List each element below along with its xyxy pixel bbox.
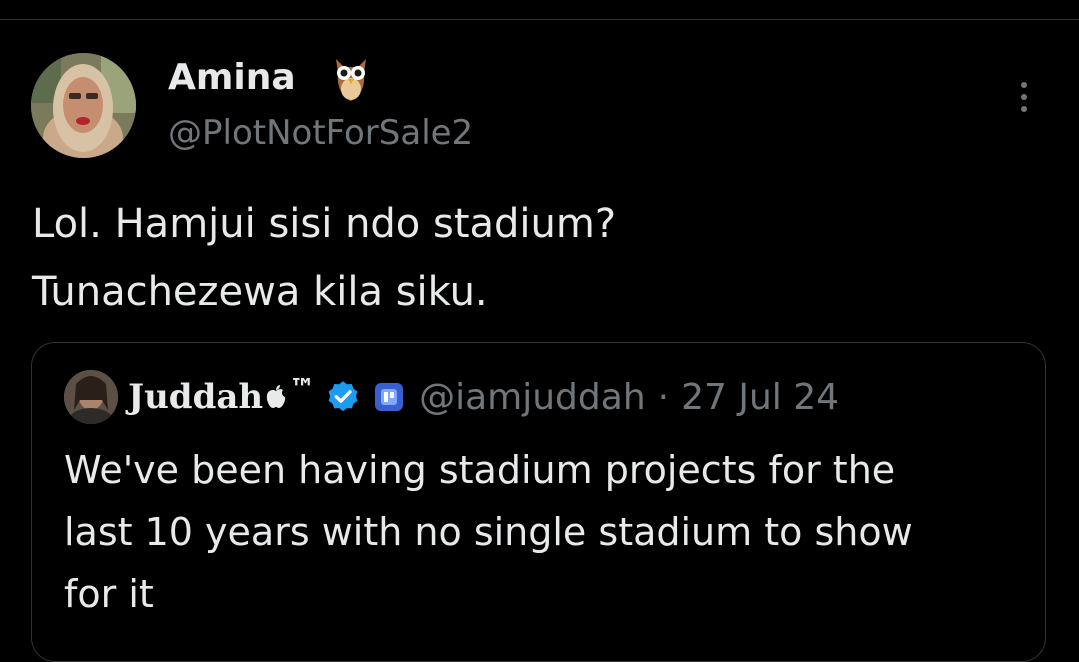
quoted-avatar-photo: [64, 370, 118, 424]
tweet-line: Lol. Hamjui sisi ndo stadium?: [32, 201, 617, 247]
more-dot: [1021, 106, 1027, 112]
quoted-author-name[interactable]: Juddah: [128, 377, 263, 417]
more-dot: [1021, 94, 1027, 100]
more-options-button[interactable]: [1004, 74, 1044, 120]
quoted-tweet-line: for it: [64, 572, 154, 616]
apple-logo-icon: [266, 385, 286, 408]
owl-emoji: [336, 59, 366, 101]
more-vertical-icon: [1021, 82, 1027, 88]
quoted-tweet-header: Juddah ™ @iamjuddah · 27 Jul 24: [64, 365, 839, 429]
meta-separator: ·: [657, 376, 670, 418]
author-avatar[interactable]: [31, 53, 136, 158]
avatar-photo: [31, 53, 136, 158]
quoted-author-avatar[interactable]: [64, 370, 118, 424]
author-name[interactable]: Amina: [168, 54, 296, 102]
quoted-tweet-line: last 10 years with no single stadium to …: [64, 510, 913, 554]
quoted-tweet-card[interactable]: Juddah ™ @iamjuddah · 27 Jul 24 We've be…: [31, 342, 1046, 662]
top-divider: [0, 19, 1079, 20]
tweet-line: Tunachezewa kila siku.: [32, 269, 488, 315]
quoted-tweet-line: We've been having stadium projects for t…: [64, 448, 896, 492]
quoted-author-name-suffix: ™: [289, 374, 316, 404]
affiliate-badge-icon[interactable]: [373, 381, 405, 413]
verified-badge-icon[interactable]: [325, 379, 361, 415]
quoted-tweet-text: We've been having stadium projects for t…: [64, 439, 1024, 625]
quoted-tweet-date[interactable]: 27 Jul 24: [681, 377, 839, 418]
tweet-text: Lol. Hamjui sisi ndo stadium? Tunachezew…: [32, 190, 1042, 326]
author-handle[interactable]: @PlotNotForSale2: [168, 110, 473, 156]
quoted-author-handle[interactable]: @iamjuddah: [419, 377, 646, 418]
